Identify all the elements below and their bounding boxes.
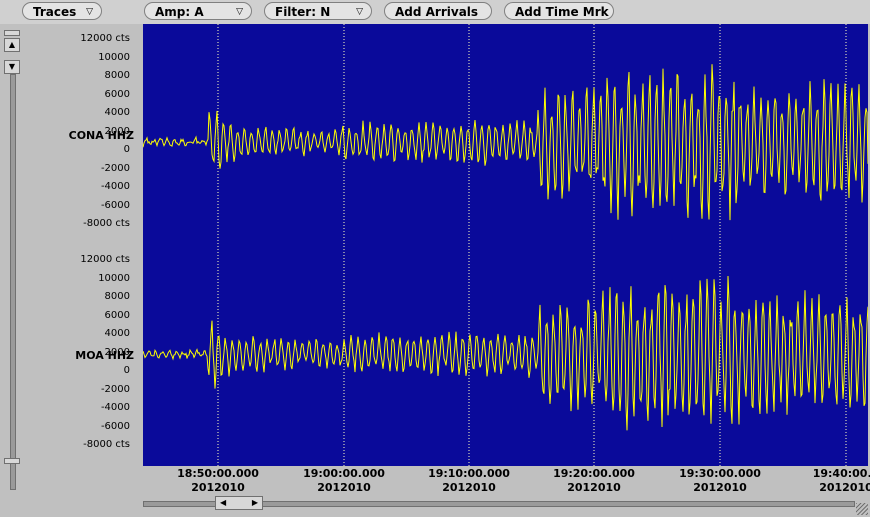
vertical-scrollbar[interactable]: ▲ ▼	[4, 28, 20, 490]
seismogram-plot[interactable]	[143, 24, 868, 466]
scroll-top-cap	[4, 30, 20, 36]
add-arrivals-label: Add Arrivals	[395, 5, 479, 19]
channel-label-cona: CONA HHZ	[68, 129, 134, 142]
amplitude-tick-label: -6000	[100, 199, 130, 211]
date-tick-label: 2012010	[317, 481, 371, 494]
amplitude-tick-label: -2000	[100, 162, 130, 174]
amplitude-tick-label: 6000	[104, 309, 130, 321]
amplitude-tick-label: 8000	[104, 70, 130, 81]
add-time-mark-button[interactable]: Add Time Mrk	[504, 2, 614, 20]
seismogram-canvas	[143, 24, 868, 466]
time-tick-label: 19:30:00.000	[679, 467, 761, 480]
amplitude-tick-label: 10000	[98, 272, 130, 284]
triangle-down-icon: ▽	[86, 7, 93, 17]
amplitude-tick-label: -8000 cts	[83, 218, 130, 229]
time-tick-label: 19:00:00.000	[303, 467, 385, 480]
amplitude-tick-label: 8000	[104, 291, 130, 302]
seismic-trace	[143, 64, 868, 221]
arrow-up-icon[interactable]: ▲	[4, 38, 20, 52]
arrow-right-icon[interactable]: ▶	[252, 497, 258, 509]
amp-menu-button[interactable]: Amp: A ▽	[144, 2, 252, 20]
traces-label: Traces	[33, 5, 77, 19]
date-tick-label: 2012010	[442, 481, 496, 494]
amplitude-tick-label: 4000	[104, 107, 130, 118]
seismic-trace	[143, 275, 868, 431]
amp-label: Amp: A	[155, 5, 204, 19]
amplitude-tick-label: -4000	[100, 402, 130, 413]
add-time-mark-label: Add Time Mrk	[515, 5, 609, 19]
amplitude-tick-label: -4000	[100, 181, 130, 192]
scroll-bottom-cap	[4, 458, 20, 464]
time-tick-label: 18:50:00.000	[177, 467, 259, 480]
date-tick-label: 2012010	[693, 481, 747, 494]
traces-menu-button[interactable]: Traces ▽	[22, 2, 102, 20]
triangle-down-icon: ▽	[236, 7, 243, 17]
amplitude-tick-label: 12000 cts	[80, 33, 130, 44]
amplitude-tick-label: -8000 cts	[83, 439, 130, 450]
time-tick-label: 19:40:00.0	[812, 467, 870, 480]
amplitude-tick-label: 0	[123, 144, 130, 155]
date-tick-label: 2012010	[567, 481, 621, 494]
scroll-track[interactable]	[10, 74, 16, 490]
horizontal-scrollbar[interactable]: ◀ ▶	[143, 496, 855, 510]
filter-menu-button[interactable]: Filter: N ▽	[264, 2, 372, 20]
amplitude-tick-label: 12000 cts	[80, 254, 130, 265]
arrow-left-icon[interactable]: ◀	[220, 497, 226, 509]
resize-grip-icon[interactable]	[856, 503, 868, 515]
amplitude-tick-label: 0	[123, 365, 130, 376]
time-tick-label: 19:10:00.000	[428, 467, 510, 480]
hscroll-thumb[interactable]: ◀ ▶	[215, 496, 263, 510]
toolbar: Traces ▽ Amp: A ▽ Filter: N ▽ Add Arriva…	[0, 0, 870, 24]
date-tick-label: 2012010	[819, 481, 870, 494]
amplitude-tick-label: 4000	[104, 328, 130, 339]
amplitude-tick-label: -6000	[100, 420, 130, 432]
amplitude-tick-label: 6000	[104, 88, 130, 100]
amplitude-tick-label: -2000	[100, 383, 130, 395]
arrow-down-icon[interactable]: ▼	[4, 60, 20, 74]
add-arrivals-button[interactable]: Add Arrivals	[384, 2, 492, 20]
time-tick-label: 19:20:00.000	[553, 467, 635, 480]
triangle-down-icon: ▽	[356, 7, 363, 17]
filter-label: Filter: N	[275, 5, 331, 19]
amplitude-tick-label: 10000	[98, 51, 130, 63]
date-tick-label: 2012010	[191, 481, 245, 494]
channel-label-moa: MOA HHZ	[75, 349, 134, 362]
